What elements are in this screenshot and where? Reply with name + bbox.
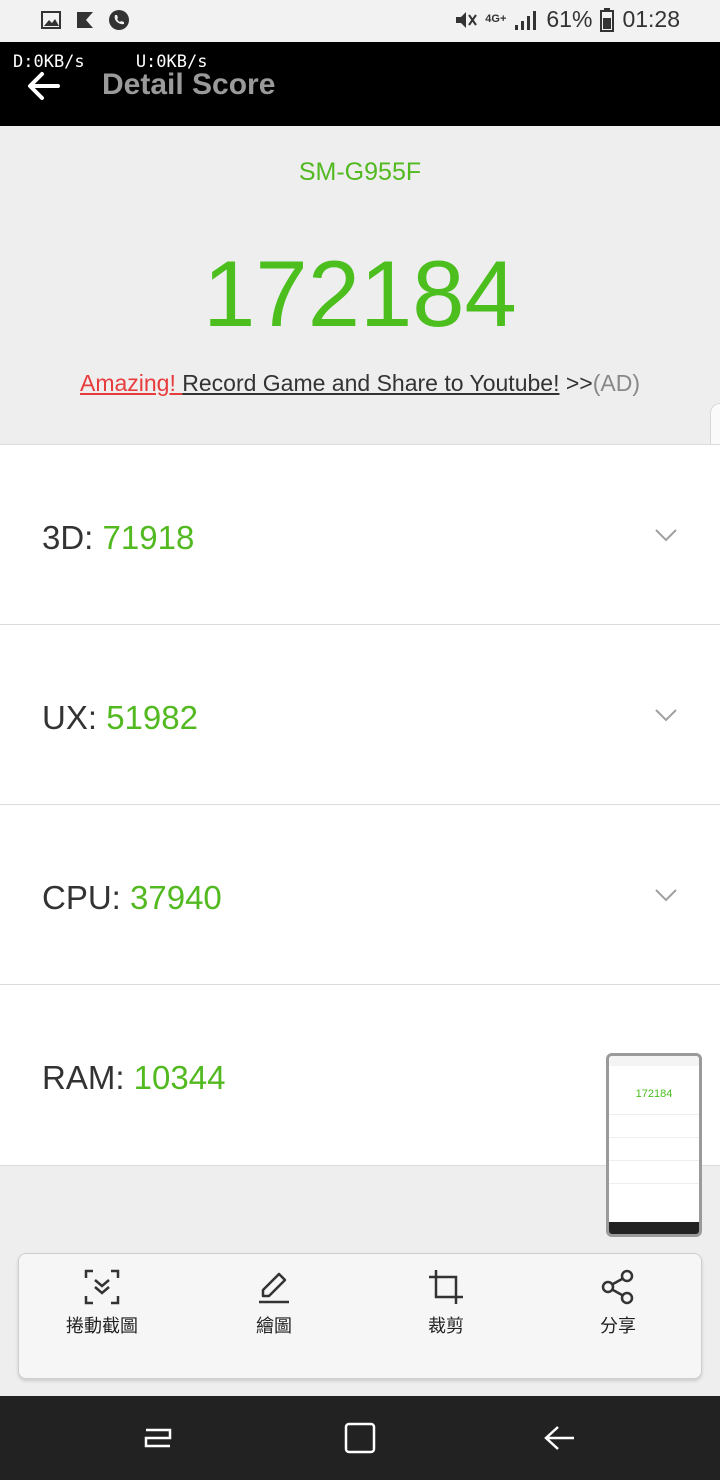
check-flag-icon — [77, 12, 93, 28]
battery-icon — [600, 7, 615, 32]
score-row-cpu[interactable]: CPU: 37940 — [0, 804, 720, 984]
clock: 01:28 — [622, 6, 680, 32]
total-score: 172184 — [203, 241, 517, 346]
draw-button[interactable]: 繪圖 — [209, 1268, 339, 1338]
ad-arrows[interactable]: >> — [559, 370, 593, 396]
score-value: 37940 — [130, 879, 222, 916]
share-icon — [601, 1269, 634, 1305]
mute-vibrate-icon — [456, 11, 478, 28]
app-bar: D:0KB/s U:0KB/s Detail Score — [0, 42, 720, 126]
back-icon[interactable] — [540, 1418, 580, 1458]
thumbnail-row — [609, 1137, 699, 1157]
scroll-capture-button[interactable]: 捲動截圖 — [37, 1268, 167, 1338]
thumbnail-row — [609, 1183, 699, 1203]
score-value: 71918 — [102, 519, 195, 556]
score-header: SM-G955F 172184 Amazing! Record Game and… — [0, 126, 720, 444]
scroll-capture-icon — [84, 1269, 120, 1305]
system-status: 4G+ 61% 01:28 — [453, 6, 680, 33]
chevron-down-icon[interactable] — [654, 887, 678, 903]
status-bar: 4G+ 61% 01:28 — [0, 0, 720, 42]
scroll-capture-label: 捲動截圖 — [66, 1316, 138, 1336]
recent-apps-icon[interactable] — [138, 1418, 178, 1458]
score-label: CPU: — [42, 879, 131, 916]
score-row-cpu-text: CPU: 37940 — [42, 879, 222, 917]
score-row-3d[interactable]: 3D: 71918 — [0, 444, 720, 624]
phone-call-icon — [109, 10, 129, 30]
ad-banner-link[interactable]: Amazing! Record Game and Share to Youtub… — [0, 370, 720, 397]
back-arrow-icon[interactable] — [24, 66, 64, 106]
score-label: 3D: — [42, 519, 103, 556]
crop-button[interactable]: 裁剪 — [381, 1268, 511, 1338]
thumbnail-row — [609, 1160, 699, 1180]
draw-label: 繪圖 — [256, 1316, 292, 1336]
ad-record-text[interactable]: Record Game and Share to Youtube! — [182, 370, 559, 396]
ad-amazing-text[interactable]: Amazing! — [80, 370, 182, 396]
system-navigation-bar — [0, 1396, 720, 1480]
chevron-down-icon[interactable] — [654, 707, 678, 723]
crop-icon — [429, 1270, 463, 1304]
pencil-icon — [259, 1272, 289, 1304]
score-label: RAM: — [42, 1059, 134, 1096]
crop-label: 裁剪 — [428, 1316, 464, 1336]
thumbnail-navbar — [609, 1222, 699, 1234]
score-value: 10344 — [133, 1059, 226, 1096]
home-icon[interactable] — [340, 1418, 380, 1458]
score-row-3d-text: 3D: 71918 — [42, 519, 194, 557]
notification-icons — [40, 9, 130, 31]
battery-percent: 61% — [546, 6, 593, 32]
image-icon — [41, 11, 61, 29]
score-row-ram-text: RAM: 10344 — [42, 1059, 225, 1097]
thumbnail-header — [609, 1056, 699, 1066]
screenshot-toolbar: 捲動截圖 繪圖 裁剪 分享 — [18, 1253, 702, 1379]
thumbnail-row — [609, 1114, 699, 1134]
score-value: 51982 — [106, 699, 198, 736]
device-model: SM-G955F — [298, 158, 422, 186]
network-type-label: 4G+ — [485, 13, 507, 25]
ad-tag: (AD) — [592, 370, 641, 396]
share-button[interactable]: 分享 — [553, 1268, 683, 1338]
thumbnail-score: 172184 — [635, 1088, 673, 1100]
share-label: 分享 — [600, 1316, 636, 1336]
page-title: Detail Score — [102, 68, 276, 101]
score-row-ux[interactable]: UX: 51982 — [0, 624, 720, 804]
signal-icon — [515, 10, 537, 30]
score-row-ux-text: UX: 51982 — [42, 699, 198, 737]
chevron-down-icon[interactable] — [654, 527, 678, 543]
screenshot-thumbnail[interactable]: 172184 — [606, 1053, 702, 1237]
score-label: UX: — [42, 699, 107, 736]
